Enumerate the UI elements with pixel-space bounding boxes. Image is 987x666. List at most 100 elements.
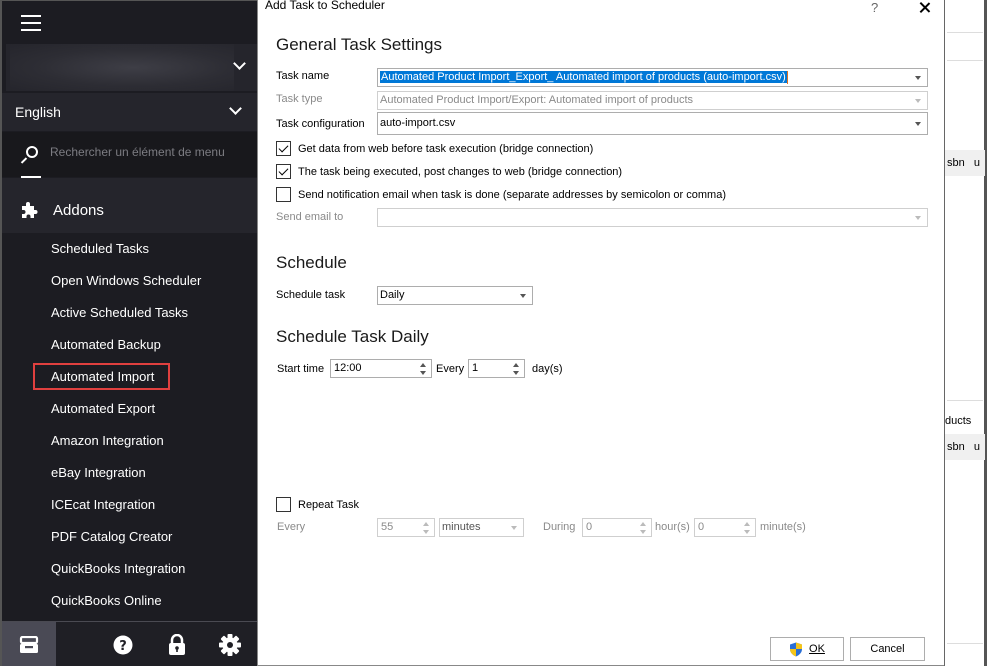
- cancel-button[interactable]: Cancel: [850, 637, 925, 661]
- sidebar: English Addons Scheduled Tasks Open Wind…: [0, 0, 259, 666]
- repeat-every-value: 55: [381, 521, 394, 533]
- during-hours-value: 0: [586, 521, 593, 533]
- settings-button[interactable]: [215, 622, 245, 666]
- help-icon: ?: [113, 635, 133, 655]
- spinner-arrows-icon[interactable]: [420, 363, 426, 375]
- sidebar-item-ebay-integration[interactable]: eBay Integration: [2, 457, 257, 489]
- hours-unit-label: hour(s): [655, 521, 690, 533]
- sidebar-item-active-scheduled-tasks[interactable]: Active Scheduled Tasks: [2, 297, 257, 329]
- checkbox-box[interactable]: [276, 141, 291, 156]
- dialog-title: Add Task to Scheduler: [265, 0, 385, 12]
- archive-button[interactable]: [2, 622, 56, 666]
- sidebar-section-addons[interactable]: Addons: [2, 178, 257, 233]
- language-label: English: [15, 104, 61, 120]
- general-settings-heading: General Task Settings: [276, 35, 442, 54]
- schedule-daily-heading: Schedule Task Daily: [276, 327, 429, 346]
- puzzle-icon: [22, 202, 38, 218]
- column-header: u: [973, 441, 981, 453]
- archive-icon: [19, 636, 39, 653]
- close-icon[interactable]: [916, 0, 934, 17]
- sidebar-item-automated-import[interactable]: Automated Import: [2, 361, 257, 393]
- sidebar-item-amazon-integration[interactable]: Amazon Integration: [2, 425, 257, 457]
- help-button[interactable]: ?: [871, 0, 878, 15]
- menu-search-input[interactable]: [50, 145, 250, 159]
- addons-menu: Scheduled Tasks Open Windows Scheduler A…: [2, 233, 257, 617]
- menu-item-label: QuickBooks Online: [51, 593, 162, 608]
- column-header: u: [973, 157, 981, 169]
- post-changes-to-web-checkbox[interactable]: The task being executed, post changes to…: [276, 164, 622, 179]
- send-email-label: Send email to: [276, 211, 344, 223]
- minutes-unit-label: minute(s): [760, 521, 806, 533]
- column-header-isbn: sbn: [947, 157, 965, 169]
- panel-title: ducts: [945, 415, 972, 427]
- during-minutes-value: 0: [698, 521, 705, 533]
- sidebar-item-icecat-integration[interactable]: ICEcat Integration: [2, 489, 257, 521]
- start-time-value: 12:00: [334, 362, 362, 374]
- help-button[interactable]: ?: [108, 622, 138, 666]
- task-name-value: Automated Product Import_Export_ Automat…: [380, 71, 787, 83]
- get-data-from-web-checkbox[interactable]: Get data from web before task execution …: [276, 141, 593, 156]
- repeat-every-spinner: 55: [377, 518, 435, 537]
- checkbox-box[interactable]: [276, 497, 291, 512]
- divider: [947, 32, 983, 33]
- spinner-arrows-icon[interactable]: [513, 363, 519, 375]
- grid-header[interactable]: sbn u: [945, 150, 985, 176]
- sidebar-item-open-windows-scheduler[interactable]: Open Windows Scheduler: [2, 265, 257, 297]
- column-header-isbn: sbn: [947, 441, 965, 453]
- chevron-down-icon[interactable]: [229, 102, 242, 115]
- sidebar-item-automated-export[interactable]: Automated Export: [2, 393, 257, 425]
- addons-label: Addons: [53, 202, 104, 219]
- sidebar-item-scheduled-tasks[interactable]: Scheduled Tasks: [2, 233, 257, 265]
- add-task-dialog: Add Task to Scheduler ? General Task Set…: [257, 0, 944, 666]
- divider: [947, 60, 983, 61]
- checkbox-label: The task being executed, post changes to…: [298, 165, 623, 178]
- dropdown-caret-icon: [915, 216, 921, 220]
- menu-item-label: Automated Import: [32, 363, 171, 390]
- task-name-combo[interactable]: Automated Product Import_Export_ Automat…: [377, 68, 928, 87]
- hamburger-icon[interactable]: [21, 15, 41, 31]
- schedule-task-label: Schedule task: [276, 289, 346, 301]
- schedule-task-combo[interactable]: Daily: [377, 286, 533, 305]
- menu-item-label: Scheduled Tasks: [51, 241, 150, 256]
- chevron-down-icon[interactable]: [233, 57, 246, 70]
- checkbox-box[interactable]: [276, 164, 291, 179]
- dropdown-caret-icon: [511, 526, 517, 530]
- search-icon: [20, 146, 38, 164]
- send-email-combo: [377, 208, 928, 227]
- checkbox-label: Repeat Task: [298, 498, 359, 511]
- sidebar-item-quickbooks-integration[interactable]: QuickBooks Integration: [2, 553, 257, 585]
- task-config-combo[interactable]: auto-import.csv: [377, 112, 928, 135]
- lock-icon: [169, 634, 185, 655]
- language-selector[interactable]: English: [2, 93, 257, 131]
- menu-item-label: Open Windows Scheduler: [51, 273, 202, 288]
- ok-label: OK: [809, 643, 825, 655]
- dropdown-caret-icon: [915, 76, 921, 80]
- account-selector[interactable]: [6, 44, 259, 91]
- menu-item-label: ICEcat Integration: [51, 497, 156, 512]
- background-main-window: sbn u ducts sbn u: [944, 0, 987, 666]
- repeat-task-checkbox[interactable]: Repeat Task: [276, 497, 359, 512]
- spinner-arrows-icon: [744, 522, 750, 534]
- checkbox-label: Get data from web before task execution …: [298, 142, 594, 155]
- sidebar-item-automated-backup[interactable]: Automated Backup: [2, 329, 257, 361]
- svg-text:?: ?: [119, 639, 127, 654]
- send-notification-email-checkbox[interactable]: Send notification email when task is don…: [276, 187, 726, 202]
- divider: [947, 400, 983, 401]
- ok-button[interactable]: OK: [770, 637, 844, 661]
- lock-button[interactable]: [162, 622, 192, 666]
- sidebar-item-quickbooks-online[interactable]: QuickBooks Online: [2, 585, 257, 617]
- task-name-label: Task name: [276, 70, 330, 82]
- checkbox-box[interactable]: [276, 187, 291, 202]
- every-days-spinner[interactable]: 1: [468, 359, 525, 378]
- task-type-label: Task type: [276, 93, 323, 105]
- task-type-combo: Automated Product Import/Export: Automat…: [377, 91, 928, 110]
- menu-item-label: Active Scheduled Tasks: [51, 305, 189, 320]
- start-time-spinner[interactable]: 12:00: [330, 359, 432, 378]
- dropdown-caret-icon: [915, 122, 921, 126]
- dropdown-caret-icon: [520, 294, 526, 298]
- schedule-task-value: Daily: [380, 289, 405, 301]
- during-label: During: [543, 521, 576, 533]
- menu-item-label: PDF Catalog Creator: [51, 529, 173, 544]
- grid-header[interactable]: sbn u: [945, 434, 985, 460]
- sidebar-item-pdf-catalog-creator[interactable]: PDF Catalog Creator: [2, 521, 257, 553]
